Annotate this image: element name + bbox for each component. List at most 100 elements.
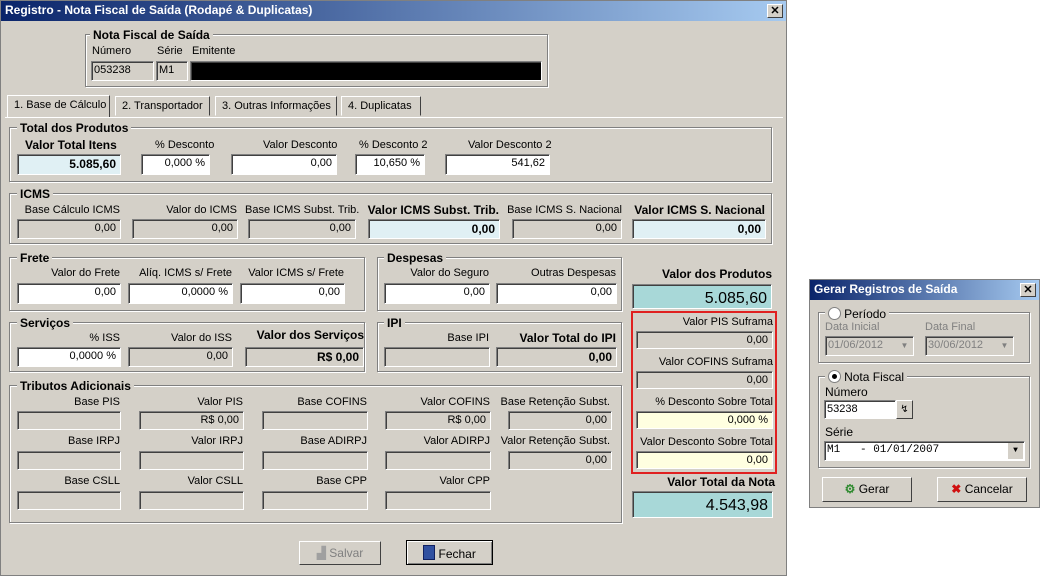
- valor-seguro-field[interactable]: 0,00: [384, 283, 490, 304]
- pct-desconto-total-field[interactable]: 0,000 %: [636, 411, 773, 429]
- valor-desconto-label: Valor Desconto: [263, 139, 338, 151]
- pct-desconto2-field[interactable]: 10,650 %: [355, 154, 425, 175]
- valor-cpp-label: Valor CPP: [439, 475, 490, 487]
- valor-irpj-field: [139, 451, 244, 470]
- valor-icms-field: 0,00: [132, 219, 238, 239]
- salvar-label: Salvar: [329, 546, 364, 560]
- data-final-field: 30/06/2012 ▼: [925, 336, 1014, 356]
- emitente-label: Emitente: [192, 45, 236, 57]
- dialog-numero-field[interactable]: 53238: [824, 400, 896, 419]
- valor-iss-label: Valor do ISS: [171, 332, 232, 344]
- valor-pis-field: R$ 0,00: [139, 411, 244, 430]
- base-calculo-icms-label: Base Cálculo ICMS: [24, 204, 120, 216]
- valor-cofins-field: R$ 0,00: [385, 411, 491, 430]
- dialog-serie-select[interactable]: M1 - 01/01/2007 ▼: [824, 441, 1025, 461]
- dialog-title: Gerar Registros de Saída: [814, 282, 958, 296]
- lookup-icon[interactable]: ↯: [896, 400, 913, 419]
- serie-field: M1: [156, 61, 188, 81]
- pct-iss-field[interactable]: 0,0000 %: [17, 347, 121, 367]
- base-cpp-label: Base CPP: [316, 475, 367, 487]
- aliq-icms-frete-field[interactable]: 0,0000 %: [128, 283, 233, 304]
- valor-iss-field: 0,00: [128, 347, 233, 367]
- pct-desconto-label: % Desconto: [155, 139, 215, 151]
- valor-cofins-suframa-label: Valor COFINS Suframa: [658, 356, 773, 368]
- gerar-button[interactable]: ⚙ Gerar: [822, 477, 912, 502]
- close-icon[interactable]: ✕: [767, 4, 783, 18]
- periodo-radio-circle: [828, 307, 841, 320]
- tributos-group-title: Tributos Adicionais: [17, 379, 134, 393]
- valor-desconto2-label: Valor Desconto 2: [468, 139, 552, 151]
- ipi-group-title: IPI: [384, 316, 405, 330]
- valor-desconto-total-field[interactable]: 0,00: [636, 451, 773, 469]
- dialog-serie-dropdown-icon[interactable]: ▼: [1007, 443, 1023, 459]
- icms-group-title: ICMS: [17, 187, 53, 201]
- pct-desconto-total-label: % Desconto Sobre Total: [655, 396, 773, 408]
- valor-icms-frete-label: Valor ICMS s/ Frete: [248, 267, 344, 279]
- fechar-label: Fechar: [438, 547, 476, 561]
- base-cofins-field: [262, 411, 368, 430]
- data-final-label: Data Final: [925, 321, 976, 333]
- nota-fiscal-radio[interactable]: Nota Fiscal: [825, 370, 908, 384]
- numero-label: Número: [92, 45, 132, 57]
- cancelar-label: Cancelar: [964, 482, 1013, 496]
- dialog-serie-label: Série: [825, 425, 854, 439]
- valor-total-ipi-label: Valor Total do IPI: [519, 331, 616, 345]
- base-icms-snac-label: Base ICMS S. Nacional: [507, 204, 622, 216]
- valor-icms-snac-label: Valor ICMS S. Nacional: [634, 203, 765, 217]
- periodo-label: Período: [844, 307, 887, 321]
- valor-frete-field[interactable]: 0,00: [17, 283, 121, 304]
- dialog-numero-label: Número: [825, 385, 868, 399]
- tab-transportador[interactable]: 2. Transportador: [115, 96, 210, 116]
- main-titlebar: Registro - Nota Fiscal de Saída (Rodapé …: [1, 1, 786, 21]
- door-icon: [423, 545, 436, 560]
- valor-adirpj-label: Valor ADIRPJ: [423, 435, 490, 447]
- base-retencao-label: Base Retenção Subst.: [500, 396, 610, 408]
- valor-pis-suframa-label: Valor PIS Suframa: [682, 316, 773, 328]
- dialog-close-icon[interactable]: ✕: [1020, 283, 1036, 297]
- valor-desconto-field[interactable]: 0,00: [231, 154, 337, 175]
- valor-desconto2-field[interactable]: 541,62: [445, 154, 550, 175]
- valor-servicos-label: Valor dos Serviços: [256, 328, 364, 342]
- gerar-label: Gerar: [858, 482, 890, 496]
- valor-pis-label: Valor PIS: [197, 396, 243, 408]
- nota-fiscal-radio-circle: [828, 370, 841, 383]
- tab-base-calculo[interactable]: 1. Base de Cálculo: [7, 95, 110, 117]
- valor-cpp-field: [385, 491, 491, 510]
- data-inicial-label: Data Inicial: [825, 321, 880, 333]
- salvar-button[interactable]: ▟ Salvar: [299, 541, 381, 565]
- data-final-value: 30/06/2012: [928, 339, 984, 351]
- despesas-group-title: Despesas: [384, 251, 447, 265]
- cancel-icon: ✖: [951, 482, 962, 496]
- valor-pis-suframa-field: 0,00: [636, 331, 773, 349]
- valor-adirpj-field: [385, 451, 491, 470]
- frete-group-title: Frete: [17, 251, 53, 265]
- window-title: Registro - Nota Fiscal de Saída (Rodapé …: [5, 3, 313, 17]
- base-ipi-field: [384, 347, 490, 367]
- nf-group-title: Nota Fiscal de Saída: [90, 28, 213, 42]
- pct-desconto-field[interactable]: 0,000 %: [141, 154, 210, 175]
- tab-duplicatas[interactable]: 4. Duplicatas: [341, 96, 421, 116]
- valor-irpj-label: Valor IRPJ: [191, 435, 243, 447]
- base-pis-label: Base PIS: [74, 396, 120, 408]
- valor-seguro-label: Valor do Seguro: [410, 267, 489, 279]
- valor-desconto-total-label: Valor Desconto Sobre Total: [640, 436, 773, 448]
- periodo-radio[interactable]: Período: [825, 307, 890, 321]
- gerar-icon: ⚙: [844, 482, 856, 496]
- servicos-group-title: Serviços: [17, 316, 74, 330]
- serie-label: Série: [157, 45, 183, 57]
- base-irpj-label: Base IRPJ: [68, 435, 120, 447]
- outras-despesas-field[interactable]: 0,00: [496, 283, 617, 304]
- valor-total-nota-label: Valor Total da Nota: [667, 475, 775, 489]
- outras-despesas-label: Outras Despesas: [531, 267, 616, 279]
- base-icms-snac-field: 0,00: [512, 219, 622, 239]
- base-icms-subst-field: 0,00: [248, 219, 356, 239]
- valor-icms-frete-field[interactable]: 0,00: [240, 283, 345, 304]
- base-cofins-label: Base COFINS: [297, 396, 367, 408]
- numero-field: 053238: [91, 61, 154, 81]
- tab-outras-informacoes[interactable]: 3. Outras Informações: [215, 96, 337, 116]
- base-icms-subst-label: Base ICMS Subst. Trib.: [245, 204, 360, 216]
- base-pis-field: [17, 411, 121, 430]
- fechar-button[interactable]: Fechar: [406, 540, 493, 565]
- valor-total-itens-field: 5.085,60: [17, 154, 121, 175]
- cancelar-button[interactable]: ✖ Cancelar: [937, 477, 1027, 502]
